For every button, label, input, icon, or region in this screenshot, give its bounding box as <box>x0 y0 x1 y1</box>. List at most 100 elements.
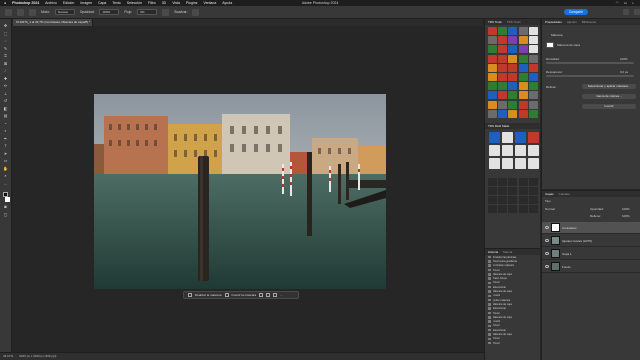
mode-select[interactable]: Normal <box>54 9 75 15</box>
extra-action-button-12[interactable] <box>498 196 508 205</box>
color-range-button[interactable]: Gama de colores... <box>582 94 636 99</box>
extra-action-button-15[interactable] <box>528 196 538 205</box>
tab-trs-tools[interactable]: TRS Tools <box>488 20 502 24</box>
trs-action-button-32[interactable] <box>498 82 508 91</box>
tab-trs-multi-mask[interactable]: TRS Multi Mask <box>488 124 509 128</box>
quick-select-tool-icon[interactable]: ✎ <box>3 46 8 51</box>
multi-mask-button-8[interactable] <box>528 144 539 156</box>
tab-channels[interactable]: Canales <box>559 192 570 196</box>
trs-action-button-40[interactable] <box>528 91 538 100</box>
trs-action-button-25[interactable] <box>528 63 538 72</box>
multi-mask-button-2[interactable] <box>502 131 513 143</box>
tab-properties[interactable]: Propiedades <box>545 20 562 24</box>
density-slider[interactable] <box>546 62 634 64</box>
mask-thumbnail[interactable] <box>546 42 554 48</box>
app-menu[interactable]: Photoshop 2024 <box>12 1 39 5</box>
extra-action-button-3[interactable] <box>508 177 518 186</box>
trs-action-button-12[interactable] <box>498 45 508 54</box>
trs-action-button-33[interactable] <box>508 82 518 91</box>
layer-row[interactable]: Ajustes niveles (LR76) <box>542 235 640 247</box>
menu-filter[interactable]: Filtro <box>148 1 156 5</box>
trs-action-button-31[interactable] <box>488 82 497 91</box>
quick-mask-icon[interactable]: ◙ <box>3 204 8 209</box>
trs-action-button-44[interactable] <box>518 100 528 109</box>
menu-window[interactable]: Ventana <box>203 1 216 5</box>
airbrush-icon[interactable] <box>162 8 170 16</box>
trs-action-button-47[interactable] <box>498 109 508 118</box>
trs-action-button-48[interactable] <box>508 109 518 118</box>
tab-history[interactable]: Historia <box>488 250 498 254</box>
apple-icon[interactable]: ● <box>4 1 6 5</box>
trs-action-button-7[interactable] <box>498 36 508 45</box>
trs-action-button-29[interactable] <box>518 72 528 81</box>
select-and-mask-button[interactable]: Seleccionar y aplicar máscara... <box>582 84 636 89</box>
background-color-swatch[interactable] <box>4 196 10 202</box>
layer-blend-mode[interactable]: Normal <box>545 207 555 211</box>
multi-mask-button-1[interactable] <box>489 131 500 143</box>
menu-3d[interactable]: 3D <box>162 1 166 5</box>
tab-mark[interactable]: Marcar <box>503 250 512 254</box>
zoom-level[interactable]: 33,67% <box>3 353 13 360</box>
extra-action-button-13[interactable] <box>508 196 518 205</box>
layer-opacity-value[interactable]: 100% <box>622 207 630 211</box>
extra-action-button-2[interactable] <box>498 177 508 186</box>
flow-field[interactable]: 9% <box>137 9 158 15</box>
extra-action-button-6[interactable] <box>488 186 497 195</box>
delete-icon[interactable] <box>273 293 278 297</box>
trs-action-button-35[interactable] <box>528 82 538 91</box>
trs-action-button-50[interactable] <box>528 109 538 118</box>
multi-mask-button-7[interactable] <box>515 144 526 156</box>
wifi-icon[interactable]: ◠ <box>616 1 619 5</box>
refine-mask-button[interactable]: Realizar la máscara <box>195 293 222 297</box>
workspace-icon[interactable] <box>634 9 640 15</box>
trs-action-button-34[interactable] <box>518 82 528 91</box>
menu-plugins[interactable]: Plugins <box>186 1 197 5</box>
invert-button[interactable]: Invertir <box>582 104 636 109</box>
brush-size-icon[interactable] <box>29 8 36 16</box>
layer-row[interactable]: Contrastes <box>542 222 640 234</box>
menu-layer[interactable]: Capa <box>98 1 106 5</box>
settings-gear-icon[interactable] <box>192 8 200 16</box>
multi-mask-button-6[interactable] <box>502 144 513 156</box>
menu-view[interactable]: Vista <box>172 1 180 5</box>
trs-action-button-14[interactable] <box>518 45 528 54</box>
trs-action-button-39[interactable] <box>518 91 528 100</box>
feather-slider[interactable] <box>546 75 634 77</box>
eraser-tool-icon[interactable]: ◧ <box>3 106 8 111</box>
trs-action-button-24[interactable] <box>518 63 528 72</box>
extra-action-button-14[interactable] <box>518 196 528 205</box>
shape-tool-icon[interactable]: ▭ <box>3 158 8 163</box>
extra-action-button-8[interactable] <box>508 186 518 195</box>
multi-mask-button-12[interactable] <box>528 157 539 169</box>
pen-tool-icon[interactable]: ✒ <box>3 136 8 141</box>
extra-action-button-17[interactable] <box>498 205 508 214</box>
trs-action-button-45[interactable] <box>528 100 538 109</box>
trs-action-button-49[interactable] <box>518 109 528 118</box>
trs-action-button-20[interactable] <box>528 54 538 63</box>
trs-action-button-2[interactable] <box>498 27 508 35</box>
multi-mask-button-3[interactable] <box>515 131 526 143</box>
layer-row[interactable]: Fondo <box>542 261 640 273</box>
lasso-tool-icon[interactable]: ◌ <box>3 38 8 43</box>
menu-image[interactable]: Imagen <box>80 1 92 5</box>
history-item[interactable]: Pincel <box>485 341 540 345</box>
multi-mask-button-9[interactable] <box>489 157 500 169</box>
invert-mask-button[interactable]: Invertir la máscara <box>232 293 257 297</box>
tab-layers[interactable]: Capas <box>545 192 554 196</box>
trs-action-button-23[interactable] <box>508 63 518 72</box>
share-button[interactable]: Compartir <box>564 9 588 15</box>
trs-action-button-43[interactable] <box>508 100 518 109</box>
trs-action-button-19[interactable] <box>518 54 528 63</box>
layer-fill-value[interactable]: 100% <box>622 214 630 218</box>
trs-action-button-38[interactable] <box>508 91 518 100</box>
brush-tool-preset-icon[interactable] <box>17 8 24 16</box>
density-value[interactable]: 100% <box>620 57 628 61</box>
extra-action-button-4[interactable] <box>518 177 528 186</box>
search-icon[interactable]: ⌕ <box>632 1 634 5</box>
dodge-tool-icon[interactable]: ◐ <box>3 128 8 133</box>
fill-icon[interactable] <box>266 293 271 297</box>
trs-action-button-16[interactable] <box>488 54 497 63</box>
clone-stamp-icon[interactable]: ⊥ <box>3 91 8 96</box>
trs-action-button-9[interactable] <box>518 36 528 45</box>
invert-icon[interactable] <box>224 293 229 297</box>
